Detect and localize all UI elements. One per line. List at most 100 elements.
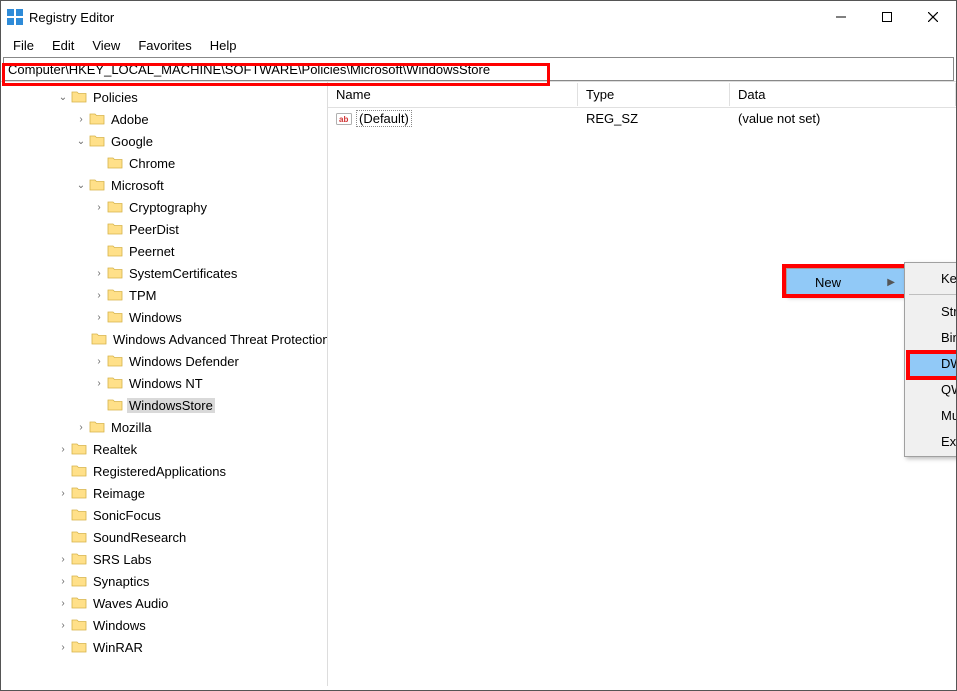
tree-item[interactable]: › Windows Defender [1, 350, 327, 372]
tree-item[interactable]: RegisteredApplications [1, 460, 327, 482]
tree-item[interactable]: SoundResearch [1, 526, 327, 548]
registry-editor-window: Registry Editor File Edit View Favorites… [0, 0, 957, 691]
menu-item-key[interactable]: Key [907, 265, 957, 291]
menu-help[interactable]: Help [202, 36, 245, 55]
tree-label: SonicFocus [91, 508, 163, 523]
chevron-right-icon[interactable]: › [55, 576, 71, 587]
chevron-down-icon[interactable]: ⌄ [73, 136, 89, 147]
tree-item[interactable]: › Waves Audio [1, 592, 327, 614]
tree-label: Policies [91, 90, 140, 105]
new-submenu: Key String Value Binary Value DWORD (32-… [904, 262, 957, 457]
separator [909, 294, 957, 295]
menu-item-dword[interactable]: DWORD (32-bit) Value [907, 350, 957, 376]
chevron-right-icon[interactable]: › [91, 356, 107, 367]
tree-label: Waves Audio [91, 596, 170, 611]
tree-label: RegisteredApplications [91, 464, 228, 479]
chevron-right-icon[interactable]: › [91, 202, 107, 213]
tree-item[interactable]: Windows Advanced Threat Protection [1, 328, 327, 350]
chevron-right-icon[interactable]: › [91, 378, 107, 389]
close-button[interactable] [910, 1, 956, 33]
chevron-right-icon[interactable]: › [55, 620, 71, 631]
col-type[interactable]: Type [578, 83, 730, 106]
menu-file[interactable]: File [5, 36, 42, 55]
chevron-right-icon[interactable]: › [55, 598, 71, 609]
tree-item[interactable]: PeerDist [1, 218, 327, 240]
col-name[interactable]: Name [328, 83, 578, 106]
tree-item[interactable]: › TPM [1, 284, 327, 306]
maximize-button[interactable] [864, 1, 910, 33]
menu-item-qword[interactable]: QWORD (64-bit) Value [907, 376, 957, 402]
tree-item[interactable]: › SystemCertificates [1, 262, 327, 284]
tree-item[interactable]: Peernet [1, 240, 327, 262]
tree-label: Reimage [91, 486, 147, 501]
tree-label: Windows [127, 310, 184, 325]
chevron-right-icon[interactable]: › [91, 290, 107, 301]
chevron-right-icon[interactable]: › [55, 642, 71, 653]
tree-label: Windows NT [127, 376, 205, 391]
chevron-down-icon[interactable]: ⌄ [73, 180, 89, 191]
tree-item[interactable]: › Realtek [1, 438, 327, 460]
tree-item[interactable]: ›Cryptography [1, 196, 327, 218]
tree-item[interactable]: › Windows [1, 614, 327, 636]
chevron-right-icon[interactable]: › [73, 422, 89, 433]
menu-item-new-label: New [815, 275, 841, 290]
tree-label: Windows Defender [127, 354, 241, 369]
chevron-right-icon[interactable]: › [55, 554, 71, 565]
tree-label: Windows [91, 618, 148, 633]
tree-label: TPM [127, 288, 158, 303]
app-icon [7, 9, 23, 25]
tree-item[interactable]: ⌄Microsoft [1, 174, 327, 196]
tree-item[interactable]: SonicFocus [1, 504, 327, 526]
tree-label: Realtek [91, 442, 139, 457]
tree-item[interactable]: › Adobe [1, 108, 327, 130]
tree-label: SystemCertificates [127, 266, 239, 281]
minimize-button[interactable] [818, 1, 864, 33]
table-row[interactable]: ab (Default) REG_SZ (value not set) [328, 108, 956, 129]
tree-label: Adobe [109, 112, 151, 127]
tree-item[interactable]: ›SRS Labs [1, 548, 327, 570]
tree-label: Peernet [127, 244, 177, 259]
address-bar[interactable]: Computer\HKEY_LOCAL_MACHINE\SOFTWARE\Pol… [3, 57, 954, 81]
chevron-right-icon[interactable]: › [91, 312, 107, 323]
values-pane: Name Type Data ab (Default) REG_SZ (valu… [328, 82, 956, 686]
tree-item[interactable]: › Windows [1, 306, 327, 328]
tree-label: PeerDist [127, 222, 181, 237]
tree-item[interactable]: › Reimage [1, 482, 327, 504]
svg-text:ab: ab [339, 115, 348, 124]
chevron-right-icon[interactable]: › [91, 268, 107, 279]
tree-label: Mozilla [109, 420, 153, 435]
address-text: Computer\HKEY_LOCAL_MACHINE\SOFTWARE\Pol… [8, 62, 490, 77]
menu-item-string[interactable]: String Value [907, 298, 957, 324]
chevron-right-icon[interactable]: › [73, 114, 89, 125]
tree-item[interactable]: › Synaptics [1, 570, 327, 592]
chevron-right-icon: ▶ [887, 277, 895, 288]
menu-edit[interactable]: Edit [44, 36, 82, 55]
menu-favorites[interactable]: Favorites [130, 36, 199, 55]
tree-item[interactable]: ⌄ Google [1, 130, 327, 152]
menu-item-binary[interactable]: Binary Value [907, 324, 957, 350]
tree-label: SoundResearch [91, 530, 188, 545]
menu-view[interactable]: View [84, 36, 128, 55]
menu-item-new[interactable]: New ▶ [787, 269, 905, 295]
tree-item[interactable]: Chrome [1, 152, 327, 174]
string-value-icon: ab [336, 111, 352, 127]
tree-item[interactable]: WindowsStore [1, 394, 327, 416]
tree-label: Synaptics [91, 574, 151, 589]
tree-label: Windows Advanced Threat Protection [111, 332, 328, 347]
column-headers: Name Type Data [328, 82, 956, 108]
tree-item[interactable]: › Mozilla [1, 416, 327, 438]
tree-label: WindowsStore [127, 398, 215, 413]
menu-item-expstring[interactable]: Expandable String Value [907, 428, 957, 454]
value-name: (Default) [356, 110, 412, 127]
tree-item[interactable]: ›WinRAR [1, 636, 327, 658]
chevron-right-icon[interactable]: › [55, 488, 71, 499]
menu-item-multistring[interactable]: Multi-String Value [907, 402, 957, 428]
tree-item[interactable]: ⌄ Policies [1, 86, 327, 108]
col-data[interactable]: Data [730, 83, 956, 106]
tree-label: Google [109, 134, 155, 149]
chevron-right-icon[interactable]: › [55, 444, 71, 455]
tree-item[interactable]: › Windows NT [1, 372, 327, 394]
chevron-down-icon[interactable]: ⌄ [55, 92, 71, 103]
tree-pane[interactable]: ⌄Policies›Adobe⌄GoogleChrome⌄Microsoft›C… [1, 82, 328, 686]
tree-label: Chrome [127, 156, 177, 171]
